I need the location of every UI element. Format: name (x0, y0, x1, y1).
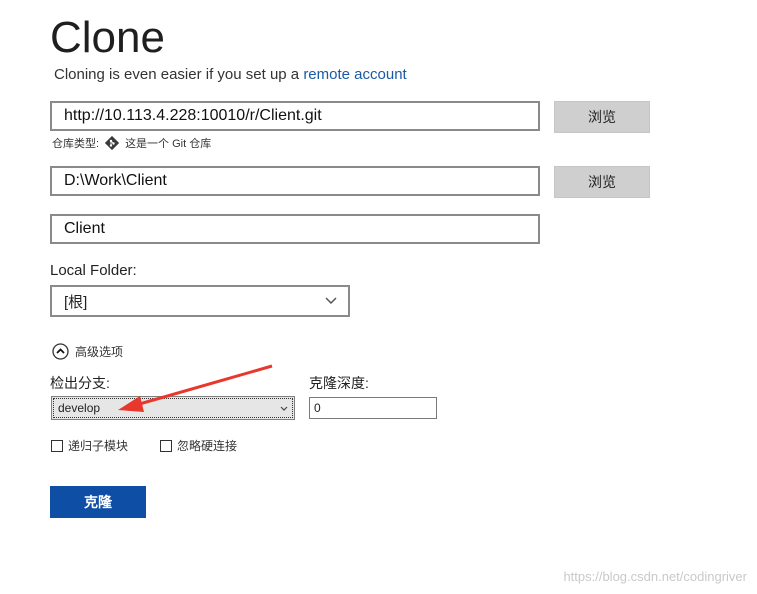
repo-type-row: 仓库类型: 这是一个 Git 仓库 (52, 135, 211, 151)
ignore-hardlinks-checkbox[interactable] (160, 439, 172, 452)
advanced-toggle[interactable]: 高级选项 (52, 343, 123, 360)
path-input[interactable]: D:\Work\Client (50, 166, 540, 196)
page-title: Clone (50, 13, 165, 62)
url-input[interactable]: http://10.113.4.228:10010/r/Client.git (50, 101, 540, 131)
local-folder-value: [根] (64, 293, 88, 311)
local-folder-select[interactable]: [根] (50, 285, 350, 317)
git-icon (104, 135, 120, 151)
branch-value: develop (58, 401, 101, 415)
local-folder-label: Local Folder: (50, 262, 137, 279)
ignore-label: 忽略硬连接 (177, 439, 238, 453)
recursive-checkbox-row[interactable]: 递归子模块 (51, 437, 128, 454)
depth-input[interactable]: 0 (309, 397, 437, 419)
watermark-text: https://blog.csdn.net/codingriver (563, 569, 747, 584)
depth-label: 克隆深度: (309, 375, 369, 391)
chevron-down-icon (279, 403, 289, 417)
browse-path-button[interactable]: 浏览 (554, 166, 650, 198)
branch-label: 检出分支: (50, 375, 110, 391)
page-subtitle: Cloning is even easier if you set up a r… (54, 66, 407, 83)
chevron-down-icon (324, 294, 338, 312)
recursive-checkbox[interactable] (51, 439, 63, 452)
repo-type-value: 这是一个 Git 仓库 (125, 138, 212, 150)
advanced-toggle-label: 高级选项 (75, 345, 124, 359)
recursive-label: 递归子模块 (68, 439, 129, 453)
browse-url-button[interactable]: 浏览 (554, 101, 650, 133)
name-input[interactable]: Client (50, 214, 540, 244)
clone-button[interactable]: 克隆 (50, 486, 146, 518)
ignore-checkbox-row[interactable]: 忽略硬连接 (160, 437, 237, 454)
subtitle-text: Cloning is even easier if you set up a (54, 66, 304, 83)
annotation-arrow-icon (118, 364, 273, 412)
chevron-up-icon (52, 343, 69, 360)
repo-type-label: 仓库类型: (52, 138, 100, 150)
remote-account-link[interactable]: remote account (303, 66, 406, 83)
